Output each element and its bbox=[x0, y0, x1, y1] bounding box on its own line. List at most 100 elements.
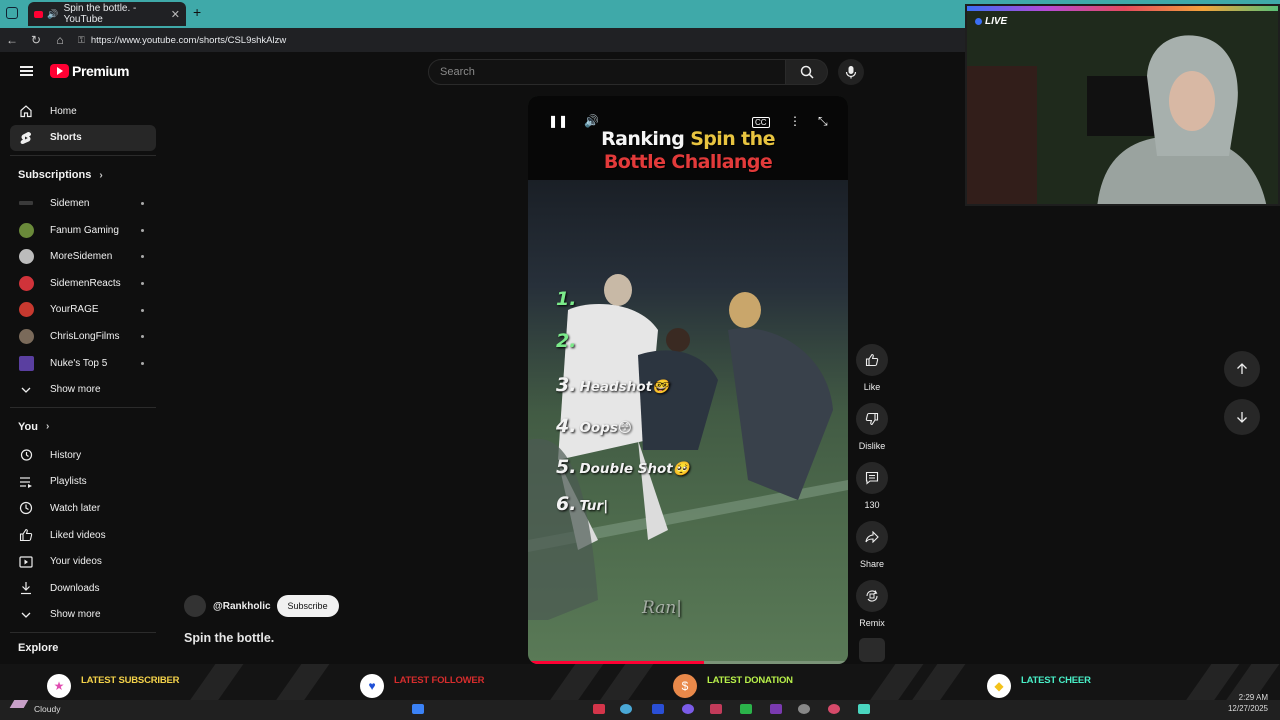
sidebar-item-watch-later[interactable]: Watch later bbox=[10, 495, 156, 522]
clock-time: 2:29 AM bbox=[1238, 693, 1268, 702]
taskbar-app-icon[interactable] bbox=[828, 704, 840, 714]
youtube-favicon-icon bbox=[34, 10, 44, 18]
taskbar-app-icon[interactable] bbox=[652, 704, 664, 714]
hamburger-menu-icon[interactable] bbox=[20, 66, 33, 76]
channel-avatar-wrap bbox=[18, 302, 34, 318]
taskbar-clock[interactable]: 2:29 AM 12/27/2025 bbox=[1222, 692, 1268, 714]
youtube-play-icon bbox=[50, 64, 69, 78]
show-more-label: Show more bbox=[50, 384, 101, 396]
channel-row: @Rankholic Subscribe bbox=[184, 595, 339, 617]
live-badge: LIVE bbox=[975, 16, 1007, 27]
rank-number: 4. bbox=[556, 415, 577, 437]
channel-avatar bbox=[18, 222, 34, 238]
arrow-down-icon bbox=[1237, 412, 1247, 423]
channel-avatar-wrap bbox=[18, 195, 34, 211]
sidebar-item-subscription[interactable]: MoreSidemen bbox=[10, 243, 156, 270]
channel-name[interactable]: @Rankholic bbox=[213, 601, 271, 612]
sidebar-item-shorts[interactable]: Shorts bbox=[10, 124, 156, 152]
show-more-subscriptions[interactable]: Show more bbox=[10, 376, 156, 403]
remix-icon bbox=[856, 580, 888, 612]
channel-avatar-wrap bbox=[18, 275, 34, 291]
search-button[interactable] bbox=[786, 59, 828, 85]
youtube-logo[interactable]: Premium bbox=[50, 63, 130, 79]
workspaces-icon[interactable] bbox=[6, 7, 18, 19]
home-browser-icon[interactable]: ⌂ bbox=[48, 33, 72, 47]
taskbar-app-icon[interactable] bbox=[682, 704, 694, 714]
rank-item-2: 2. bbox=[556, 330, 579, 352]
rank-text: Tur| bbox=[579, 498, 609, 514]
dislike-button[interactable]: Dislike bbox=[852, 403, 892, 451]
share-button[interactable]: Share bbox=[852, 521, 892, 569]
fullscreen-icon[interactable]: ⤡ bbox=[818, 114, 828, 129]
subscribe-button[interactable]: Subscribe bbox=[276, 595, 339, 617]
sidebar-item-liked-videos[interactable]: Liked videos bbox=[10, 522, 156, 549]
tab-close-icon[interactable]: ✕ bbox=[171, 8, 180, 21]
screen: 🔊 Spin the bottle. - YouTube ✕ + ← ↻ ⌂ ⚿… bbox=[0, 0, 1280, 720]
new-content-dot bbox=[141, 335, 144, 339]
rank-item-6: 6. Tur| bbox=[556, 493, 608, 515]
sidebar-item-home[interactable]: Home bbox=[10, 98, 156, 125]
share-label: Share bbox=[859, 559, 885, 569]
channel-avatar[interactable] bbox=[184, 595, 206, 617]
sidebar-item-label: MoreSidemen bbox=[50, 251, 113, 263]
more-options-icon[interactable]: ⋮ bbox=[789, 114, 801, 128]
reload-icon[interactable]: ↻ bbox=[24, 33, 48, 47]
taskbar-app-icon[interactable] bbox=[593, 704, 605, 714]
comments-button[interactable]: 130 bbox=[852, 462, 892, 510]
search-input[interactable]: Search bbox=[428, 59, 786, 85]
sidebar-item-subscription[interactable]: YourRAGE bbox=[10, 297, 156, 324]
share-icon bbox=[856, 521, 888, 553]
logo-text: Premium bbox=[72, 63, 130, 79]
back-icon[interactable]: ← bbox=[0, 33, 24, 47]
sidebar-item-subscription[interactable]: SidemenReacts bbox=[10, 270, 156, 297]
chevron-right-icon: › bbox=[45, 421, 50, 433]
banner-white-text: Ranking bbox=[601, 128, 691, 150]
remix-button[interactable]: Remix bbox=[852, 580, 892, 628]
sidebar-item-subscription[interactable]: Fanum Gaming bbox=[10, 217, 156, 244]
sidebar: Home Shorts Subscriptions › Sidemen Fanum… bbox=[10, 98, 156, 659]
show-more-label: Show more bbox=[50, 609, 101, 621]
sidebar-item-subscription[interactable]: Nuke's Top 5 bbox=[10, 350, 156, 377]
address-bar[interactable]: ⚿ https://www.youtube.com/shorts/CSL9shk… bbox=[78, 31, 978, 49]
live-label: LIVE bbox=[985, 16, 1008, 27]
audio-playing-icon[interactable]: 🔊 bbox=[47, 9, 58, 20]
show-more-you[interactable]: Show more bbox=[10, 602, 156, 629]
captions-icon[interactable]: CC bbox=[752, 117, 770, 128]
new-tab-button[interactable]: + bbox=[193, 4, 201, 20]
chevron-right-icon: › bbox=[99, 169, 103, 181]
taskbar-app-icon[interactable] bbox=[770, 704, 782, 714]
start-icon[interactable] bbox=[412, 704, 424, 714]
taskbar-app-icon[interactable] bbox=[740, 704, 752, 714]
sidebar-item-subscription[interactable]: Sidemen bbox=[10, 190, 156, 217]
windows-taskbar bbox=[0, 700, 1280, 720]
new-content-dot bbox=[141, 281, 144, 285]
watch-later-icon bbox=[18, 500, 34, 516]
subscriptions-heading[interactable]: Subscriptions › bbox=[10, 160, 156, 190]
volume-icon[interactable]: 🔊 bbox=[584, 114, 599, 128]
taskbar-app-icon[interactable] bbox=[798, 704, 810, 714]
microphone-icon bbox=[845, 66, 857, 79]
previous-short-button[interactable] bbox=[1224, 351, 1260, 387]
audio-source-thumbnail[interactable] bbox=[859, 638, 885, 662]
you-heading[interactable]: You › bbox=[10, 412, 156, 442]
rank-number: 6. bbox=[556, 493, 577, 515]
pause-icon[interactable]: ❚❚ bbox=[548, 114, 568, 128]
taskbar-app-icon[interactable] bbox=[710, 704, 722, 714]
sidebar-item-subscription[interactable]: ChrisLongFilms bbox=[10, 323, 156, 350]
history-icon bbox=[18, 447, 34, 463]
shorts-video-player[interactable]: Ranking Spin the Bottle Challange ❚❚ 🔊 C… bbox=[528, 96, 848, 664]
voice-search-button[interactable] bbox=[838, 59, 864, 85]
taskbar-app-icon[interactable] bbox=[858, 704, 870, 714]
sidebar-item-downloads[interactable]: Downloads bbox=[10, 575, 156, 602]
sidebar-item-label: SidemenReacts bbox=[50, 277, 121, 289]
weather-text[interactable]: Cloudy bbox=[34, 704, 60, 714]
site-info-icon[interactable]: ⚿ bbox=[78, 35, 85, 46]
sidebar-item-your-videos[interactable]: Your videos bbox=[10, 548, 156, 575]
sidebar-item-playlists[interactable]: Playlists bbox=[10, 469, 156, 496]
browser-taskbar-icon[interactable] bbox=[620, 704, 632, 714]
next-short-button[interactable] bbox=[1224, 399, 1260, 435]
star-icon: ★ bbox=[47, 674, 71, 698]
sidebar-item-history[interactable]: History bbox=[10, 442, 156, 469]
like-button[interactable]: Like bbox=[852, 344, 892, 392]
browser-tab[interactable]: 🔊 Spin the bottle. - YouTube ✕ bbox=[28, 2, 186, 26]
